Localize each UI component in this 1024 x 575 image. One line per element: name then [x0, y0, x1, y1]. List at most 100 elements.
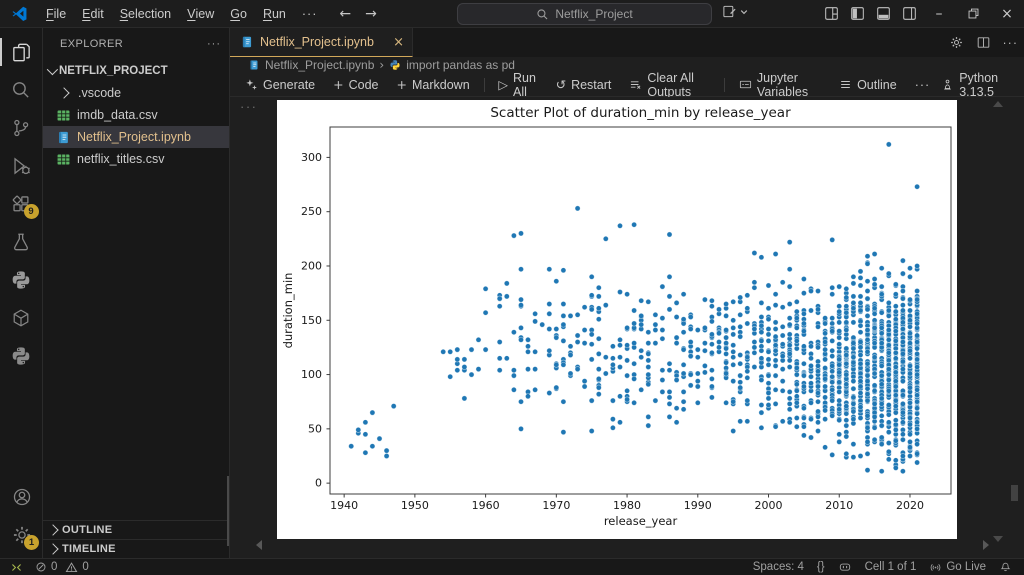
plus-icon: + [333, 77, 344, 92]
restart-kernel-button[interactable]: ↺ Restart [549, 74, 619, 96]
toggle-secondary-sidebar-button[interactable] [896, 0, 922, 27]
title-bar: File Edit Selection View Go Run ··· ← → … [0, 0, 1024, 28]
command-center-search[interactable]: Netflix_Project [457, 3, 712, 25]
search-activity-icon[interactable] [0, 71, 43, 109]
tab-bar: Netflix_Project.ipynb × ··· [230, 28, 1024, 57]
svg-text:2000: 2000 [755, 499, 783, 512]
editor-more-actions-button[interactable]: ··· [1003, 36, 1019, 50]
new-layout-icon [723, 5, 736, 18]
python-activity-icon[interactable] [0, 261, 43, 299]
customize-layout-button[interactable] [818, 0, 844, 27]
go-live-button[interactable]: Go Live [929, 561, 986, 574]
scroll-left-arrow[interactable] [256, 540, 262, 550]
layout-dropdown-button[interactable] [722, 4, 748, 19]
breadcrumb-file[interactable]: Netflix_Project.ipynb [265, 58, 374, 72]
jupyter-variables-button[interactable]: Jupyter Variables [732, 71, 828, 99]
cell-indicator[interactable]: Cell 1 of 1 [865, 561, 917, 573]
tree-item-imdb-data-csv[interactable]: imdb_data.csv [43, 104, 229, 126]
copilot-icon[interactable] [838, 560, 852, 574]
menu-selection[interactable]: Selection [112, 3, 179, 25]
source-control-activity-icon[interactable] [0, 109, 43, 147]
run-all-button[interactable]: ▷ Run All [491, 71, 544, 99]
root-folder-label: NETFLIX_PROJECT [59, 65, 168, 77]
toolbar-more-actions-button[interactable]: ··· [908, 74, 938, 96]
chevron-right-icon [58, 87, 70, 99]
split-editor-icon[interactable] [976, 35, 991, 50]
toggle-primary-sidebar-button[interactable] [844, 0, 870, 27]
outline-section-header[interactable]: OUTLINE [43, 520, 229, 539]
csv-file-icon [56, 152, 71, 167]
add-markdown-cell-button[interactable]: + Markdown [390, 74, 477, 96]
chevron-right-icon [47, 543, 59, 555]
explorer-sidebar: EXPLORER ··· NETFLIX_PROJECT .vscode imd… [43, 28, 230, 558]
add-code-cell-button[interactable]: + Code [326, 74, 385, 96]
svg-text:release_year: release_year [604, 514, 678, 528]
run-debug-activity-icon[interactable] [0, 147, 43, 185]
restart-icon: ↺ [555, 77, 567, 92]
sidebar-scrollbar[interactable] [227, 476, 229, 546]
toggle-panel-button[interactable] [870, 0, 896, 27]
svg-text:250: 250 [301, 205, 322, 218]
outline-icon [839, 78, 852, 91]
explorer-activity-icon[interactable] [0, 33, 43, 71]
testing-activity-icon[interactable] [0, 223, 43, 261]
tree-item-netflix-project-ipynb[interactable]: Netflix_Project.ipynb [43, 126, 229, 148]
menu-run[interactable]: Run [255, 3, 294, 25]
menu-go[interactable]: Go [222, 3, 255, 25]
menu-view[interactable]: View [179, 3, 222, 25]
svg-text:1980: 1980 [613, 499, 641, 512]
tree-root-netflix-project[interactable]: NETFLIX_PROJECT [43, 60, 229, 82]
python-environments-activity-icon[interactable] [0, 337, 43, 375]
scroll-up-arrow[interactable] [993, 101, 1003, 107]
tree-item-vscode-folder[interactable]: .vscode [43, 82, 229, 104]
language-mode-indicator[interactable]: {} [817, 561, 825, 573]
timeline-section-header[interactable]: TIMELINE [43, 539, 229, 558]
extensions-activity-icon[interactable]: 9 [0, 185, 43, 223]
history-back-button[interactable]: ← [339, 6, 351, 22]
kernel-picker-button[interactable]: Python 3.13.5 [941, 71, 1010, 99]
svg-text:300: 300 [301, 151, 322, 164]
sidebar-title: EXPLORER [60, 38, 124, 50]
remote-indicator[interactable] [10, 561, 23, 574]
problems-indicator[interactable]: 0 0 [35, 561, 89, 574]
accounts-icon[interactable] [0, 478, 43, 516]
restore-button[interactable] [956, 0, 990, 27]
jupyter-activity-icon[interactable] [0, 299, 43, 337]
notebook-settings-gear-icon[interactable] [949, 35, 964, 50]
generate-button[interactable]: Generate [238, 74, 322, 96]
svg-text:100: 100 [301, 368, 322, 381]
clear-all-outputs-button[interactable]: Clear All Outputs [622, 71, 717, 99]
settings-gear-icon[interactable]: 1 [0, 516, 43, 554]
history-forward-button[interactable]: → [365, 6, 377, 22]
notebook-scrollbar-thumb[interactable] [1011, 485, 1018, 501]
chevron-down-icon [46, 63, 59, 76]
svg-text:2010: 2010 [825, 499, 853, 512]
tree-item-netflix-titles-csv[interactable]: netflix_titles.csv [43, 148, 229, 170]
scroll-right-arrow[interactable] [983, 540, 989, 550]
sparkle-icon [245, 78, 258, 91]
tab-netflix-project-ipynb[interactable]: Netflix_Project.ipynb × [230, 28, 413, 57]
close-window-button[interactable]: × [990, 0, 1024, 27]
scroll-down-arrow[interactable] [993, 536, 1003, 542]
close-tab-icon[interactable]: × [393, 35, 404, 50]
explorer-more-actions-button[interactable]: ··· [207, 38, 221, 50]
run-all-icon: ▷ [498, 77, 508, 92]
indentation-indicator[interactable]: Spaces: 4 [753, 561, 804, 573]
menu-edit[interactable]: Edit [74, 3, 112, 25]
svg-text:0: 0 [315, 477, 322, 490]
outline-button[interactable]: Outline [832, 74, 904, 96]
notebook-file-icon [56, 130, 71, 145]
settings-badge: 1 [24, 535, 39, 550]
csv-file-icon [56, 108, 71, 123]
svg-text:1940: 1940 [330, 499, 358, 512]
cell-actions-button[interactable]: ··· [240, 99, 258, 114]
breadcrumb-cell[interactable]: import pandas as pd [406, 58, 515, 72]
vscode-logo-icon [11, 5, 28, 22]
menu-file[interactable]: File [38, 3, 74, 25]
toolbar-divider [724, 77, 725, 92]
notifications-bell-icon[interactable] [999, 561, 1012, 574]
toolbar-divider [483, 77, 485, 92]
menu-overflow[interactable]: ··· [294, 7, 326, 21]
notebook-file-icon [240, 35, 254, 49]
minimize-button[interactable]: – [922, 0, 956, 27]
